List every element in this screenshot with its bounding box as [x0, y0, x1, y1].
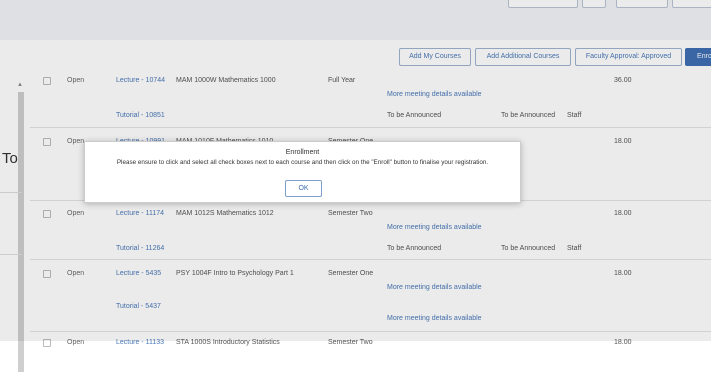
dialog-message: Please ensure to click and select all ch… [116, 159, 489, 166]
dialog-title: Enrollment [285, 149, 320, 156]
enrollment-dialog: Enrollment Please ensure to click and se… [84, 141, 521, 203]
ok-button[interactable]: OK [285, 180, 322, 197]
